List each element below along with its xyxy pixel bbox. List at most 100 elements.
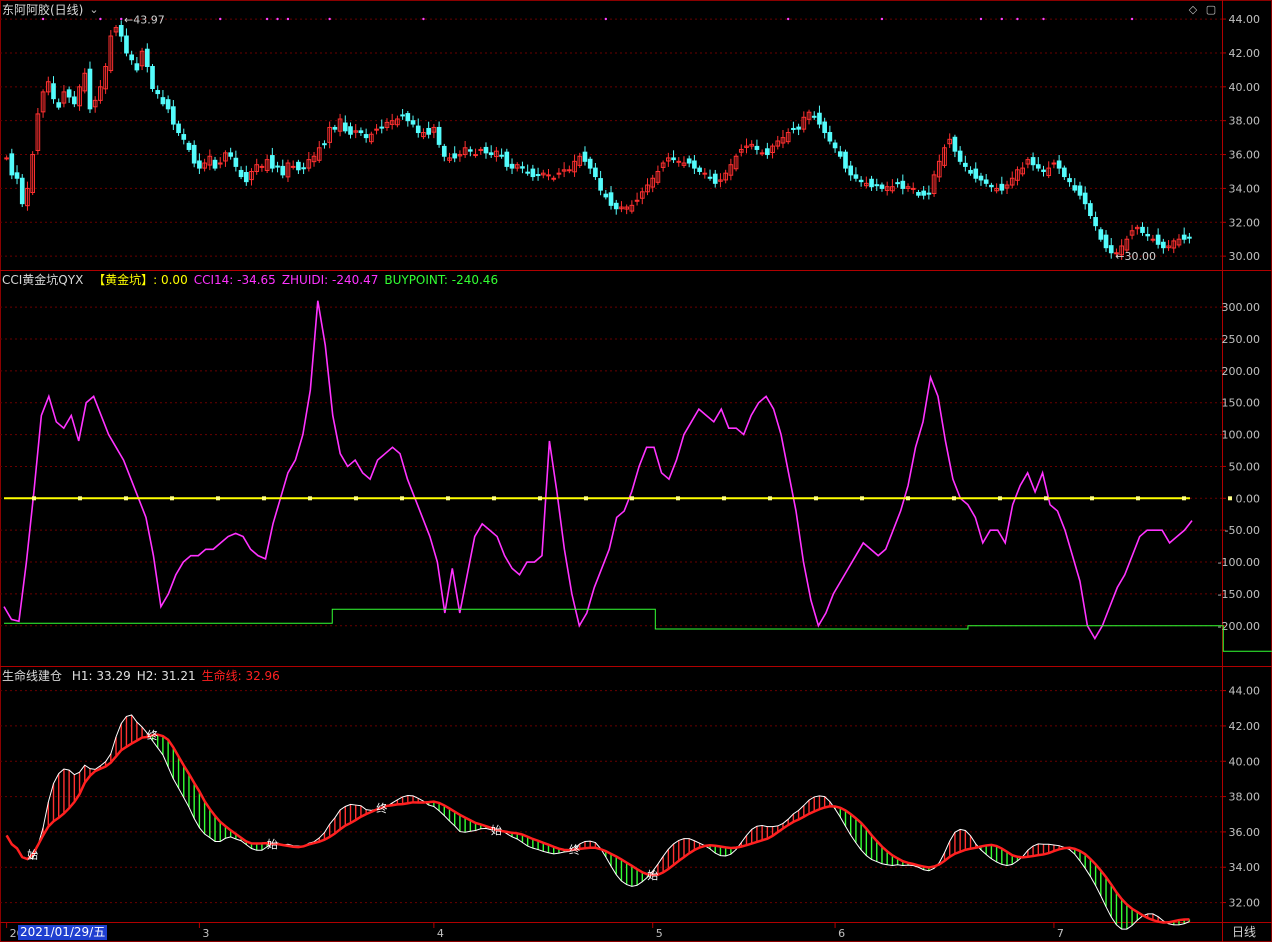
- candle-body: [379, 126, 385, 129]
- candle-body: [1077, 185, 1083, 196]
- zero-line-marker: [1136, 496, 1140, 501]
- candle-body: [233, 157, 239, 167]
- zero-line-marker: [78, 496, 82, 501]
- zero-line-marker: [906, 496, 910, 501]
- lifeline-axis-tick-label: 42.00: [1229, 720, 1261, 733]
- cci-axis-tick-label: 150.00: [1222, 397, 1261, 410]
- zero-line-marker: [124, 496, 128, 501]
- signal-label: 终: [569, 843, 580, 857]
- zero-line-marker: [630, 496, 634, 501]
- candle-body: [853, 174, 859, 179]
- zero-line-marker: [676, 496, 680, 501]
- candle-body: [228, 152, 233, 157]
- candle-body: [301, 167, 306, 170]
- candle-body: [551, 177, 557, 180]
- zero-line-marker: [400, 496, 404, 501]
- event-dot: [120, 17, 123, 21]
- panel3-legend-item-1: H2: 31.21: [136, 669, 196, 683]
- candle-body: [509, 163, 515, 169]
- h1-line: [6, 714, 1190, 930]
- price-axis-tick-label: 32.00: [1229, 216, 1261, 229]
- candle-body: [874, 184, 880, 187]
- candle-body: [358, 130, 364, 134]
- candle-body: [999, 183, 1005, 191]
- candle-body: [686, 158, 692, 164]
- buypoint-line: [4, 608, 1272, 652]
- candle-body: [426, 127, 431, 135]
- candle-body: [957, 150, 963, 162]
- zero-line-marker: [32, 496, 36, 501]
- panel3-legend: H1: 33.29 H2: 31.21 生命线: 32.96: [72, 669, 286, 683]
- candle-body: [1140, 226, 1145, 233]
- candle-body: [546, 174, 551, 177]
- candle-body: [759, 152, 765, 155]
- candle-body: [348, 126, 353, 135]
- cci-axis-tick-label: -150.00: [1218, 588, 1260, 601]
- cci-axis-tick-label: 0.00: [1236, 492, 1261, 505]
- cci-axis-tick-label: -200.00: [1218, 620, 1260, 633]
- zero-line-marker: [170, 496, 174, 501]
- period-label[interactable]: 日线: [1232, 925, 1256, 940]
- x-axis-label: 7: [1057, 927, 1064, 940]
- candle-body: [504, 151, 510, 167]
- candle-body: [400, 114, 405, 117]
- candle-body: [921, 190, 926, 196]
- candle-body: [238, 169, 244, 178]
- candle-body: [707, 176, 713, 179]
- cci-axis-tick-label: 100.00: [1222, 429, 1261, 442]
- candle-body: [968, 169, 973, 174]
- candle-body: [832, 142, 838, 149]
- cci-axis-tick-label: 200.00: [1222, 365, 1261, 378]
- event-dot: [286, 17, 290, 21]
- candle-body: [535, 174, 541, 177]
- maximize-icon[interactable]: ▢: [1205, 4, 1217, 16]
- event-dot: [1016, 17, 1019, 21]
- candle-body: [587, 158, 593, 169]
- candle-body: [1030, 157, 1036, 166]
- event-dot: [786, 17, 790, 21]
- candle-body: [280, 165, 286, 176]
- lifeline-axis-tick-label: 44.00: [1229, 685, 1261, 698]
- candle-body: [243, 171, 249, 183]
- diamond-icon[interactable]: ◇: [1187, 4, 1199, 16]
- candle-body: [525, 171, 530, 174]
- candle-body: [165, 99, 171, 110]
- x-axis-label: 4: [437, 927, 444, 940]
- candle-body: [895, 182, 900, 185]
- high-price-marker: ←43.97: [124, 14, 165, 27]
- candle-body: [212, 159, 218, 169]
- candle-body: [87, 68, 93, 110]
- signal-label: 始: [491, 823, 502, 837]
- candle-body: [858, 179, 864, 183]
- dropdown-icon[interactable]: ⌄: [88, 4, 100, 16]
- signal-label: 终: [147, 728, 158, 742]
- candle-body: [765, 148, 770, 156]
- cci-axis-tick-label: 250.00: [1222, 333, 1261, 346]
- candle-body: [56, 102, 62, 108]
- candle-body: [879, 184, 885, 189]
- candle-body: [290, 165, 296, 168]
- candle-body: [14, 172, 20, 179]
- zero-line-marker: [262, 496, 266, 501]
- candle-body: [712, 173, 718, 184]
- candle-body: [499, 154, 504, 157]
- candle-body: [275, 165, 280, 168]
- price-axis-tick-label: 34.00: [1229, 182, 1261, 195]
- candle-body: [160, 97, 166, 105]
- lifeline-line: [5, 733, 1190, 924]
- candle-body: [520, 166, 525, 169]
- zero-line-marker: [308, 496, 312, 501]
- price-axis-tick-label: 38.00: [1229, 115, 1261, 128]
- candle-body: [473, 154, 478, 157]
- candle-body: [702, 172, 708, 175]
- price-axis-tick-label: 44.00: [1229, 13, 1261, 26]
- signal-label: 始: [27, 848, 38, 862]
- candle-body: [791, 127, 796, 130]
- candle-body: [129, 54, 134, 61]
- candle-body: [567, 169, 572, 172]
- candle-body: [452, 153, 458, 159]
- panel3-header: 生命线建仓 H1: 33.29 H2: 31.21 生命线: 32.96: [2, 669, 292, 683]
- zero-line-marker: [1228, 496, 1232, 501]
- candle-body: [483, 146, 489, 154]
- zero-line-marker: [216, 496, 220, 501]
